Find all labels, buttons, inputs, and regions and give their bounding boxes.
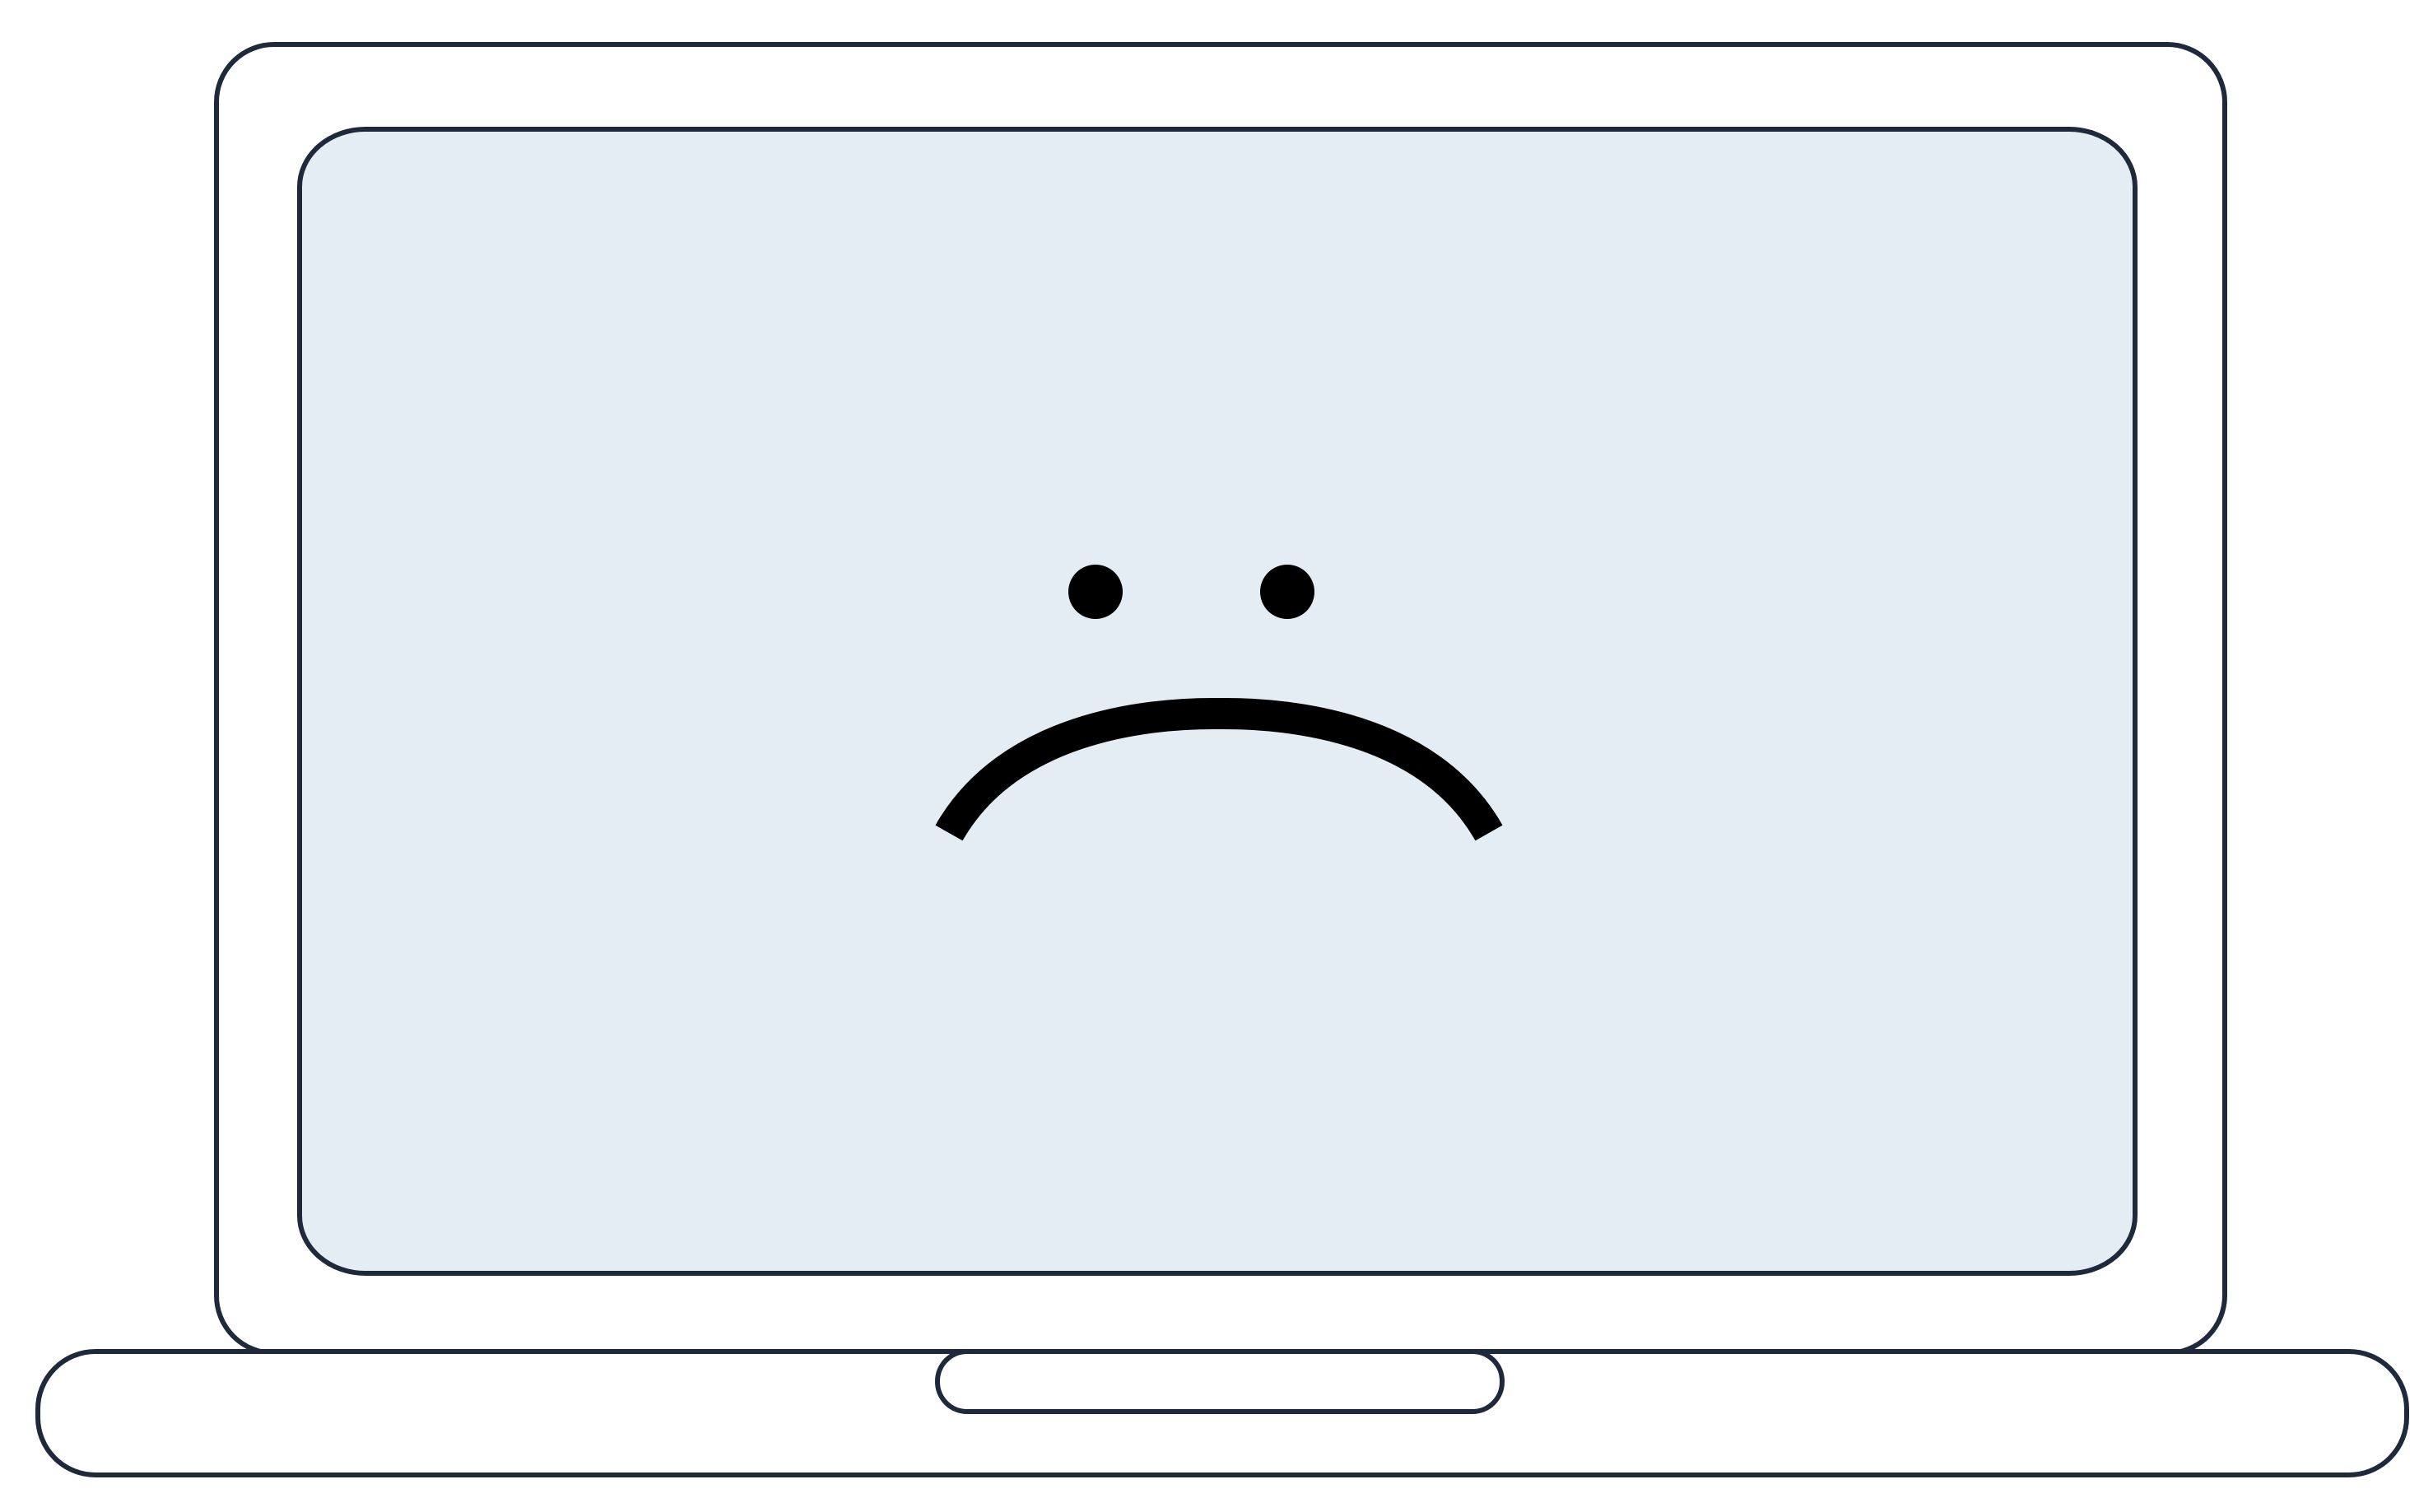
illustration-canvas xyxy=(0,0,2433,1512)
left-eye xyxy=(1068,565,1123,619)
laptop-illustration xyxy=(35,42,2409,1477)
hinge-notch xyxy=(935,1349,1505,1414)
right-eye xyxy=(1260,565,1314,619)
